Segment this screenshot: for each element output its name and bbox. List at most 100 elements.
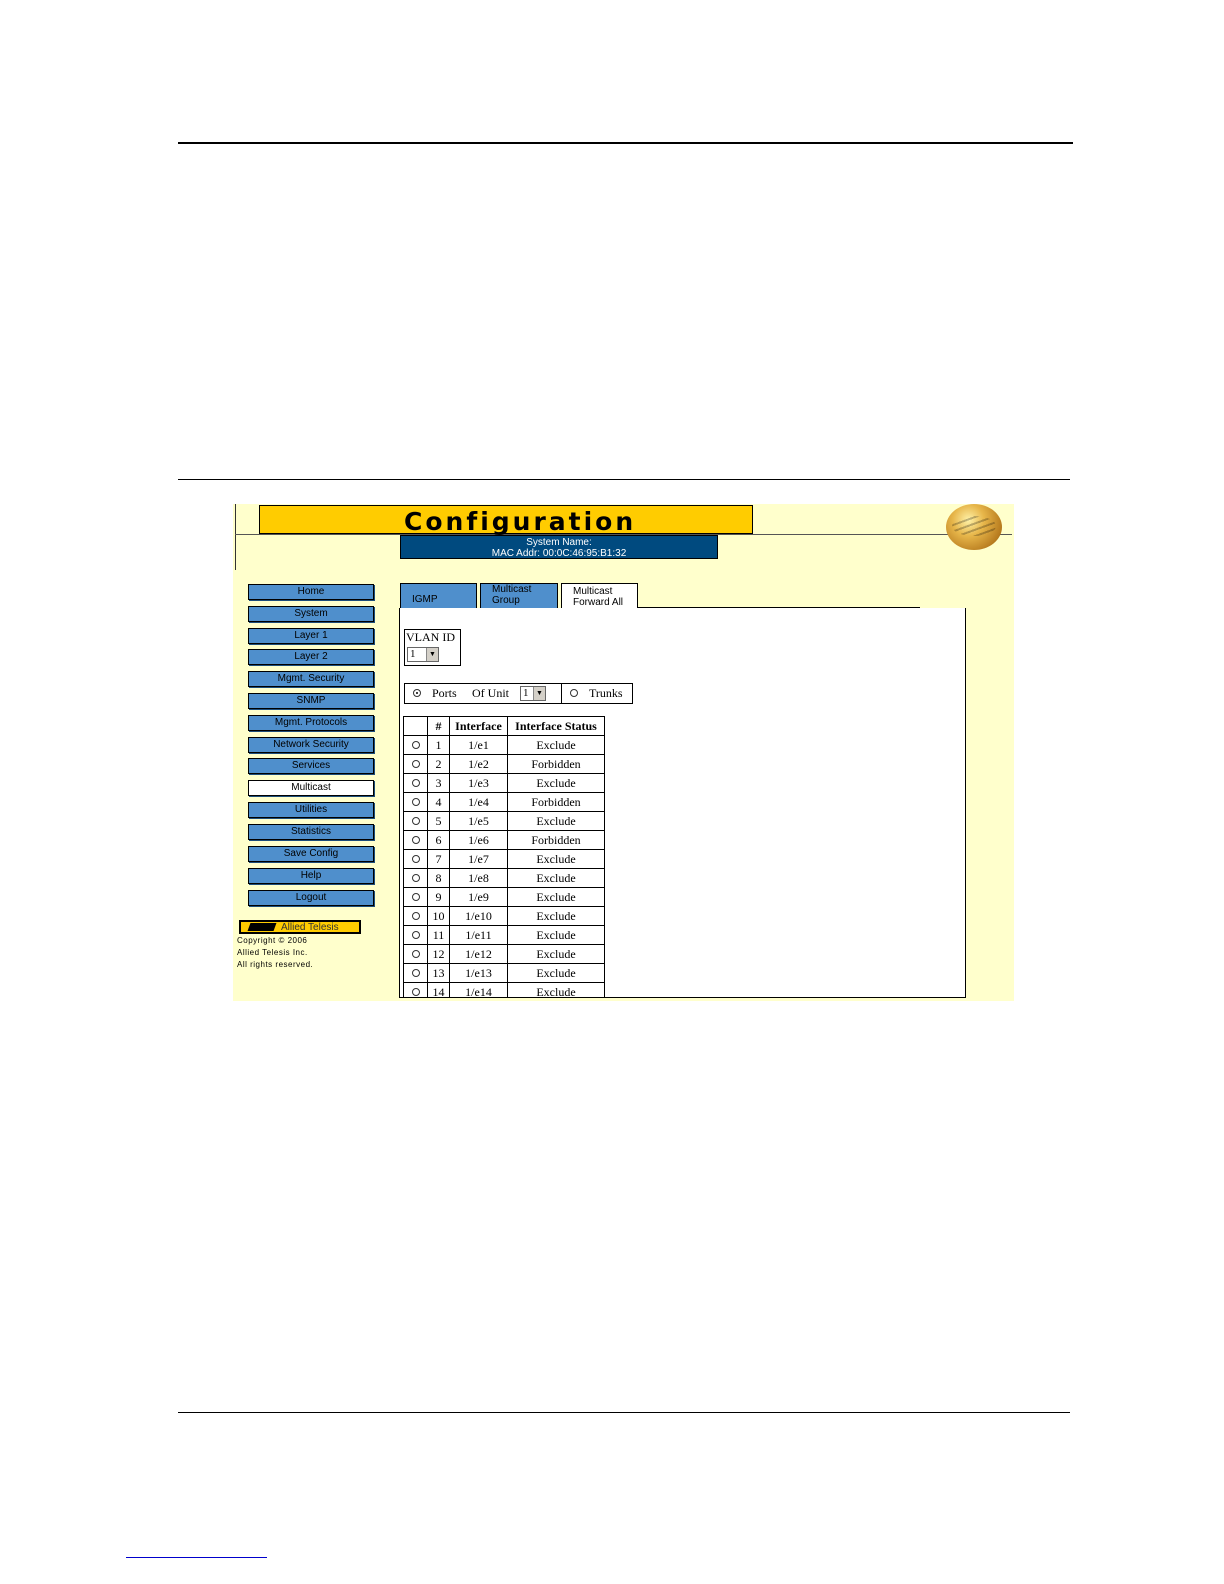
vlan-id-label: VLAN ID <box>406 630 455 644</box>
ports-radio[interactable] <box>413 689 421 697</box>
table-row: 3 1/e3 Exclude <box>403 773 605 793</box>
row-radio[interactable] <box>411 797 420 806</box>
tab-forward-all-line2: Forward All <box>573 597 624 608</box>
row-radio[interactable] <box>411 911 420 920</box>
row-select-cell <box>403 849 428 869</box>
row-number: 14 <box>427 982 450 997</box>
tab-multicast-group-line1: Multicast <box>492 584 532 595</box>
row-number: 3 <box>427 773 450 793</box>
row-interface: 1/e12 <box>449 944 508 964</box>
row-status: Exclude <box>507 982 605 997</box>
table-row: 6 1/e6 Forbidden <box>403 830 605 850</box>
nav-mgmt-protocols-button[interactable]: Mgmt. Protocols <box>248 715 374 731</box>
copyright-rights: All rights reserved. <box>237 960 314 969</box>
tab-igmp[interactable]: IGMP <box>400 583 477 608</box>
system-info-box: System Name: MAC Addr: 00:0C:46:95:B1:32 <box>400 535 718 559</box>
row-radio[interactable] <box>411 892 420 901</box>
row-number: 2 <box>427 754 450 774</box>
nav-snmp-button[interactable]: SNMP <box>248 693 374 709</box>
row-select-cell <box>403 925 428 945</box>
nav-utilities-button[interactable]: Utilities <box>248 802 374 818</box>
vlan-id-select[interactable]: 1 ▼ <box>407 647 439 662</box>
row-interface: 1/e7 <box>449 849 508 869</box>
row-radio[interactable] <box>411 759 420 768</box>
nav-multicast-button[interactable]: Multicast <box>248 780 374 796</box>
row-select-cell <box>403 811 428 831</box>
row-interface: 1/e14 <box>449 982 508 997</box>
frame-left-border <box>235 504 236 570</box>
row-number: 10 <box>427 906 450 926</box>
nav-help-button[interactable]: Help <box>248 868 374 884</box>
table-row: 11 1/e11 Exclude <box>403 925 605 945</box>
row-radio[interactable] <box>411 949 420 958</box>
row-radio[interactable] <box>411 835 420 844</box>
table-row: 4 1/e4 Forbidden <box>403 792 605 812</box>
row-radio[interactable] <box>411 816 420 825</box>
screenshot-frame: Configuration System Name: MAC Addr: 00:… <box>233 504 1014 1001</box>
copyright-line: Copyright © 2006 <box>237 936 308 945</box>
chevron-down-icon: ▼ <box>533 687 545 700</box>
row-status: Exclude <box>507 887 605 907</box>
row-radio[interactable] <box>411 854 420 863</box>
table-row: 9 1/e9 Exclude <box>403 887 605 907</box>
row-number: 11 <box>427 925 450 945</box>
nav-layer2-button[interactable]: Layer 2 <box>248 649 374 665</box>
row-number: 13 <box>427 963 450 983</box>
nav-logout-button[interactable]: Logout <box>248 890 374 906</box>
row-select-cell <box>403 754 428 774</box>
nav-system-button[interactable]: System <box>248 606 374 622</box>
row-number: 6 <box>427 830 450 850</box>
row-radio[interactable] <box>411 873 420 882</box>
page-top-rule <box>178 142 1073 144</box>
nav-layer1-button[interactable]: Layer 1 <box>248 628 374 644</box>
row-interface: 1/e5 <box>449 811 508 831</box>
row-radio[interactable] <box>411 987 420 996</box>
row-interface: 1/e10 <box>449 906 508 926</box>
copyright-company: Allied Telesis Inc. <box>237 948 308 957</box>
interface-table: # Interface Interface Status 1 1/e1 Exclud… <box>403 716 605 997</box>
row-radio[interactable] <box>411 740 420 749</box>
nav-save-config-button[interactable]: Save Config <box>248 846 374 862</box>
ports-label: Ports <box>432 686 457 700</box>
row-select-cell <box>403 773 428 793</box>
tab-multicast-group-line2: Group <box>492 595 520 606</box>
col-interface-header: Interface <box>449 716 508 736</box>
nav-statistics-button[interactable]: Statistics <box>248 824 374 840</box>
nav-mgmt-security-button[interactable]: Mgmt. Security <box>248 671 374 687</box>
row-number: 8 <box>427 868 450 888</box>
row-status: Exclude <box>507 773 605 793</box>
row-select-cell <box>403 735 428 755</box>
tab-multicast-forward-all[interactable]: Multicast Forward All <box>561 583 638 609</box>
tab-forward-all-line1: Multicast <box>573 586 613 597</box>
logo-text: Allied Telesis <box>281 922 339 933</box>
row-status: Exclude <box>507 906 605 926</box>
col-select-header <box>403 716 428 736</box>
row-select-cell <box>403 944 428 964</box>
table-row: 7 1/e7 Exclude <box>403 849 605 869</box>
row-number: 1 <box>427 735 450 755</box>
table-row: 1 1/e1 Exclude <box>403 735 605 755</box>
row-interface: 1/e3 <box>449 773 508 793</box>
nav-services-button[interactable]: Services <box>248 758 374 774</box>
row-radio[interactable] <box>411 930 420 939</box>
tab-igmp-label: IGMP <box>412 594 438 605</box>
unit-select[interactable]: 1 ▼ <box>520 686 546 701</box>
row-radio[interactable] <box>411 968 420 977</box>
table-row: 14 1/e14 Exclude <box>403 982 605 997</box>
row-select-cell <box>403 887 428 907</box>
section-rule <box>178 479 1070 480</box>
chevron-down-icon: ▼ <box>426 648 438 661</box>
tab-multicast-group[interactable]: Multicast Group <box>480 583 558 608</box>
of-unit-label: Of Unit <box>472 686 509 700</box>
mac-address: MAC Addr: 00:0C:46:95:B1:32 <box>491 548 627 559</box>
vlan-id-box: VLAN ID 1 ▼ <box>404 629 461 666</box>
row-status: Exclude <box>507 811 605 831</box>
nav-home-button[interactable]: Home <box>248 584 374 600</box>
trunks-radio[interactable] <box>570 689 578 697</box>
nav-network-security-button[interactable]: Network Security <box>248 737 374 753</box>
col-number-header: # <box>427 716 450 736</box>
row-number: 7 <box>427 849 450 869</box>
col-status-header: Interface Status <box>507 716 605 736</box>
row-radio[interactable] <box>411 778 420 787</box>
row-select-cell <box>403 982 428 997</box>
